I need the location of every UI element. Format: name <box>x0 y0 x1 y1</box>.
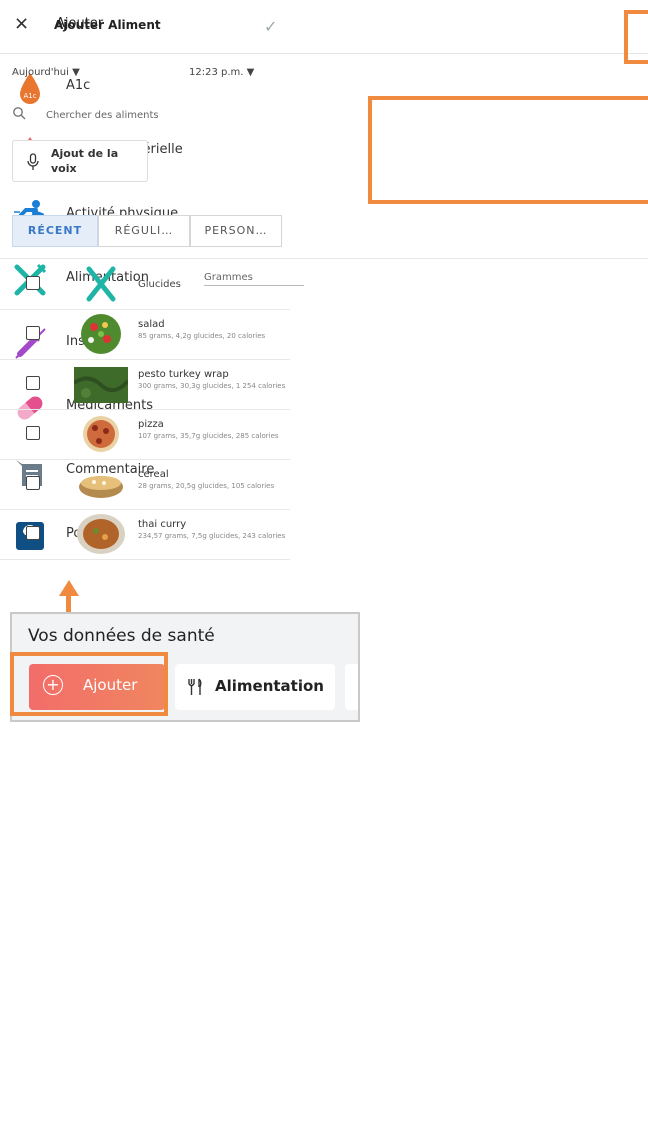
food-detail: 28 grams, 20,5g glucides, 105 calories <box>138 482 275 490</box>
checkbox[interactable] <box>26 326 40 340</box>
checkbox[interactable] <box>26 476 40 490</box>
salad-thumbnail <box>81 314 121 354</box>
check-icon[interactable]: ✓ <box>264 17 277 36</box>
food-name: pesto turkey wrap <box>138 369 229 380</box>
voice-add-label: Ajout de la voix <box>51 147 119 175</box>
food-name: pizza <box>138 419 164 430</box>
add-food-title: Ajouter Aliment <box>54 18 161 32</box>
date-time-bar: Aujourd'hui ▼ 12:23 p.m. ▼ <box>0 54 648 90</box>
curry-thumbnail <box>77 514 125 554</box>
carbs-unit-field[interactable]: Grammes <box>204 272 304 286</box>
carbs-label: Glucides <box>138 279 181 290</box>
checkbox[interactable] <box>26 276 40 290</box>
food-button-label: Alimentation <box>215 677 324 695</box>
carbs-row: Glucides Grammes <box>0 259 304 310</box>
highlight-search-voice <box>368 96 648 204</box>
tab-personal[interactable]: PERSON… <box>190 215 282 247</box>
pizza-thumbnail <box>83 416 119 452</box>
food-detail: 85 grams, 4,2g glucides, 20 calories <box>138 332 266 340</box>
food-detail: 234,57 grams, 7,5g glucides, 243 calorie… <box>138 532 286 540</box>
tab-recent[interactable]: RÉCENT <box>12 215 98 247</box>
food-row-cereal[interactable]: cereal 28 grams, 20,5g glucides, 105 cal… <box>0 459 290 510</box>
food-row-thai-curry[interactable]: thai curry 234,57 grams, 7,5g glucides, … <box>0 509 290 560</box>
food-button[interactable]: Alimentation <box>175 664 335 710</box>
fork-knife-icon <box>188 678 202 695</box>
fork-knife-icon <box>86 266 116 302</box>
more-button[interactable] <box>345 664 358 710</box>
checkbox[interactable] <box>26 376 40 390</box>
time-dropdown[interactable]: 12:23 p.m. ▼ <box>189 67 254 78</box>
food-row-pesto-turkey-wrap[interactable]: pesto turkey wrap 300 grams, 30,3g gluci… <box>0 359 290 410</box>
voice-add-button[interactable]: Ajout de la voix <box>12 140 148 182</box>
date-dropdown[interactable]: Aujourd'hui ▼ <box>12 67 80 78</box>
highlight-add-button <box>10 652 168 716</box>
food-name: salad <box>138 319 165 330</box>
food-tabs: RÉCENT RÉGULI… PERSON… <box>12 215 302 247</box>
wrap-thumbnail <box>74 367 128 403</box>
food-name: thai curry <box>138 519 187 530</box>
food-row-pizza[interactable]: pizza 107 grams, 35,7g glucides, 285 cal… <box>0 409 290 460</box>
checkbox[interactable] <box>26 426 40 440</box>
highlight-confirm <box>624 10 648 64</box>
add-food-header: × Ajouter Aliment ✓ <box>0 0 648 54</box>
arrow-up-icon <box>59 580 79 596</box>
cereal-thumbnail <box>79 476 123 498</box>
food-search-input[interactable] <box>46 106 246 124</box>
search-icon <box>13 107 26 120</box>
microphone-icon <box>27 153 39 170</box>
food-detail: 300 grams, 30,3g glucides, 1 254 calorie… <box>138 382 286 390</box>
food-name: cereal <box>138 469 169 480</box>
checkbox[interactable] <box>26 526 40 540</box>
a1c-badge: A1c <box>23 92 36 100</box>
food-row-salad[interactable]: salad 85 grams, 4,2g glucides, 20 calori… <box>0 309 290 360</box>
health-title: Vos données de santé <box>28 626 215 646</box>
tab-regular[interactable]: RÉGULI… <box>98 215 190 247</box>
close-icon[interactable]: × <box>14 14 29 34</box>
food-detail: 107 grams, 35,7g glucides, 285 calories <box>138 432 279 440</box>
